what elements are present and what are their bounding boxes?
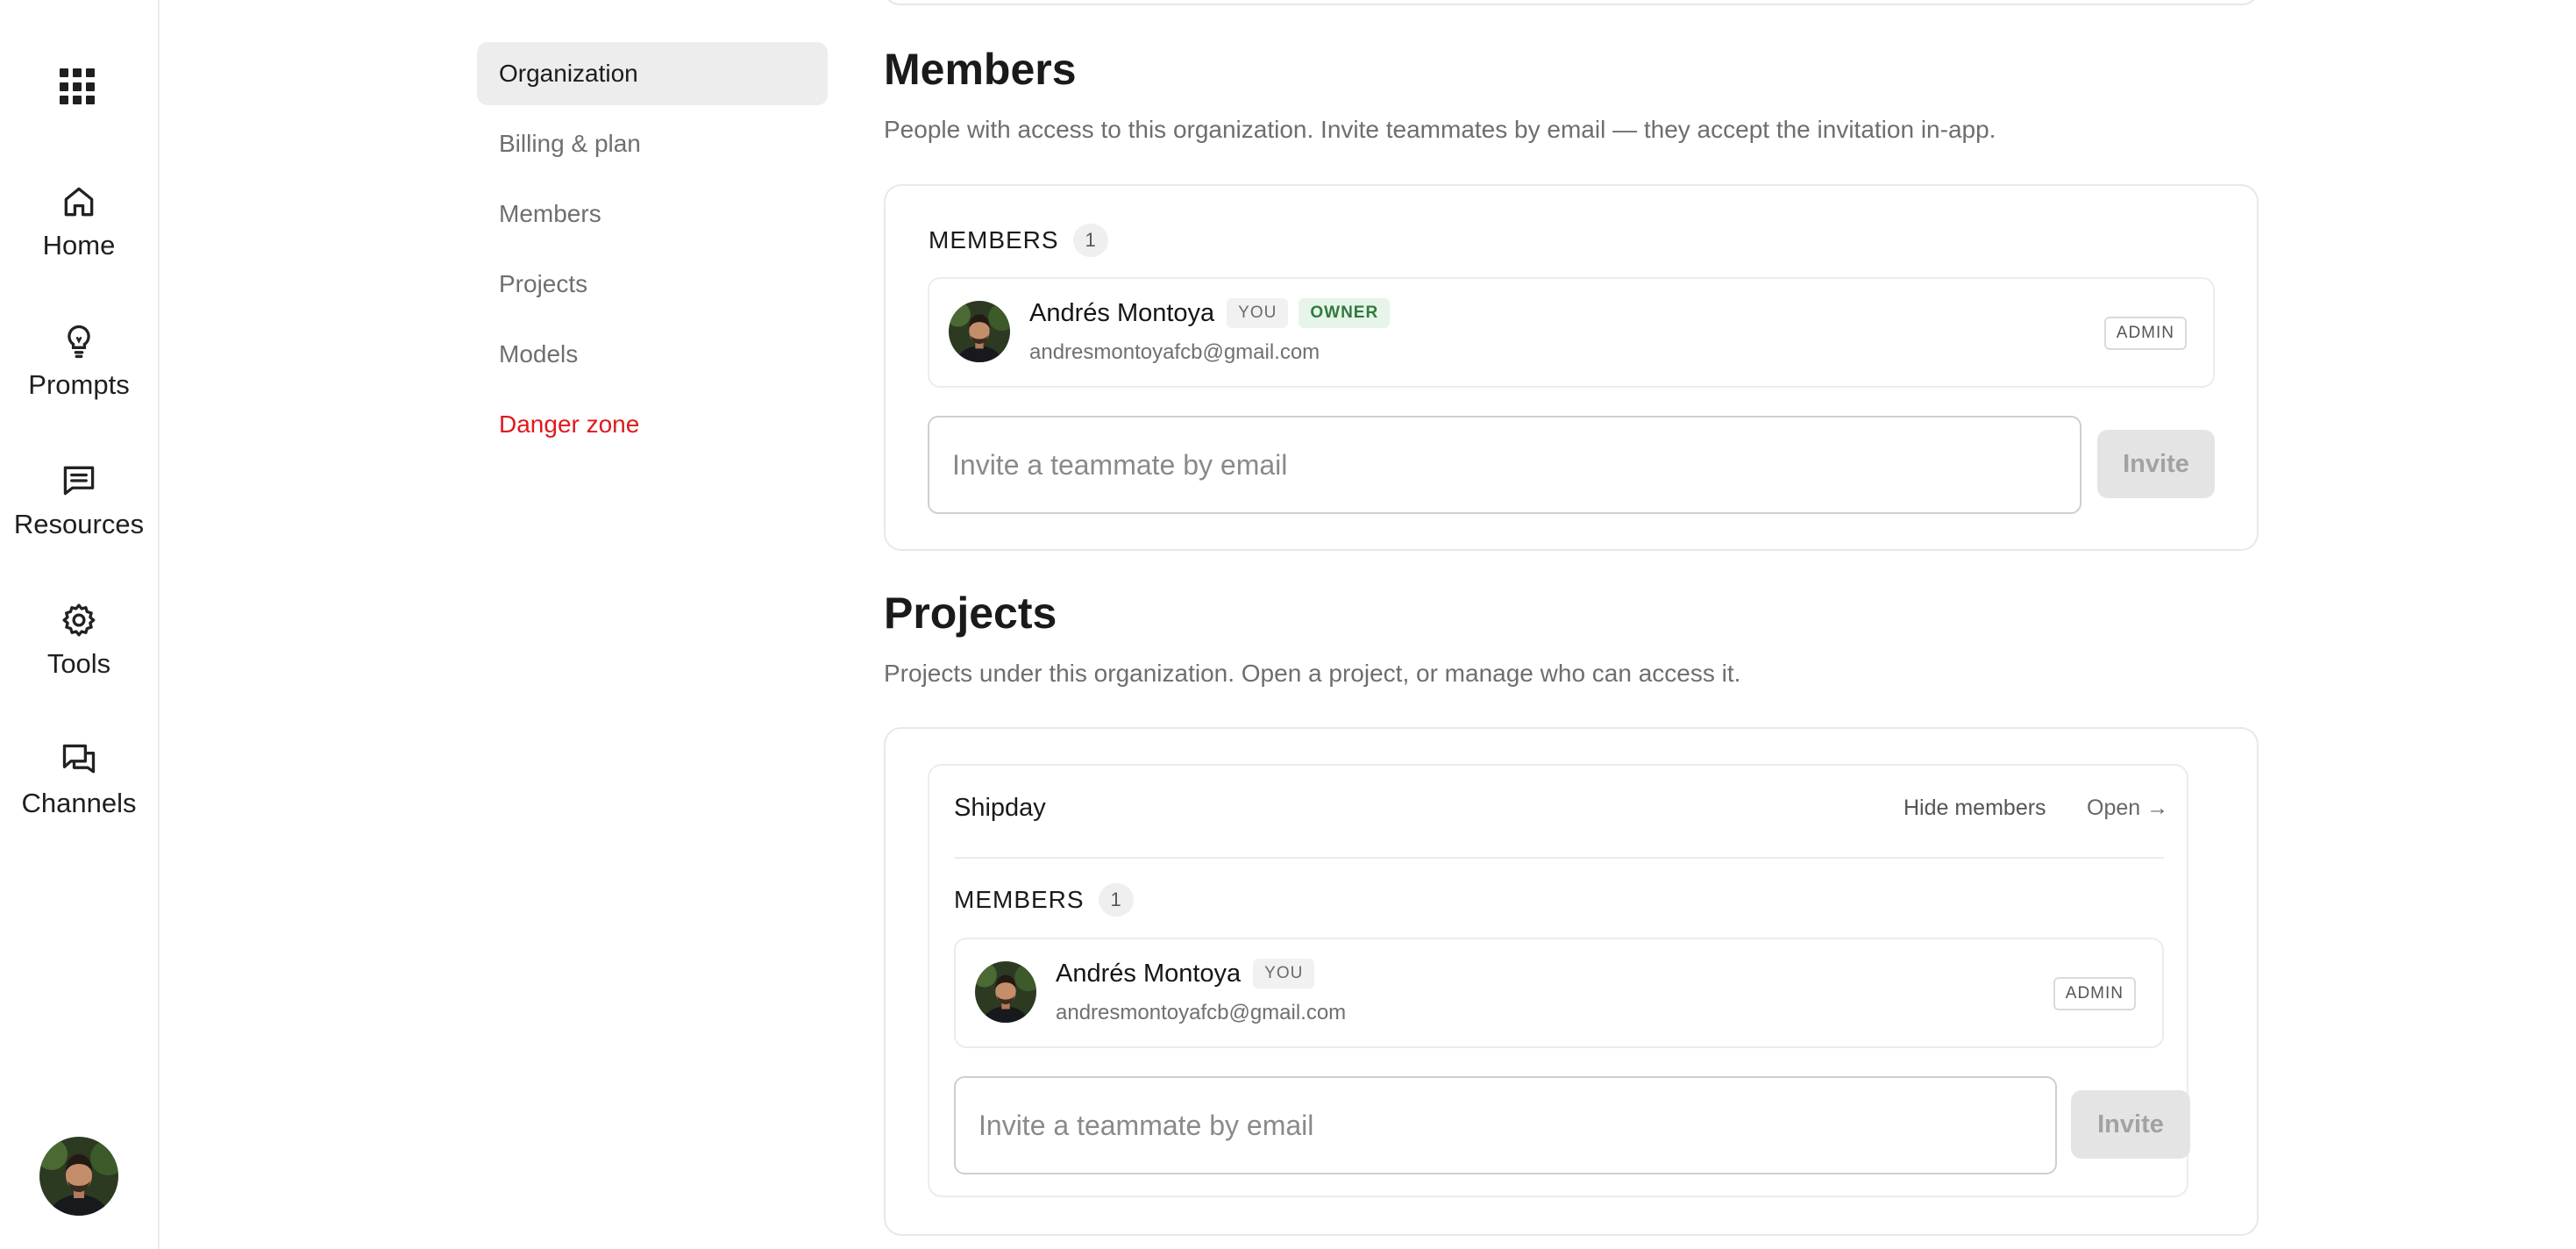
member-name: Andrés Montoya bbox=[1029, 298, 1215, 327]
lightbulb-icon bbox=[68, 325, 90, 359]
project-members-count-badge: 1 bbox=[1098, 883, 1134, 917]
hide-members-button[interactable]: Hide members bbox=[1904, 796, 2046, 821]
left-rail: Home Prompts Resources Tools Channels bbox=[0, 0, 160, 1249]
settings-nav-members[interactable]: Members bbox=[477, 182, 828, 246]
settings-nav-billing[interactable]: Billing & plan bbox=[477, 112, 828, 175]
member-email: andresmontoyafcb@gmail.com bbox=[1029, 340, 1320, 364]
home-icon bbox=[64, 187, 94, 217]
members-description: People with access to this organization.… bbox=[884, 116, 1996, 143]
rail-item-resources[interactable]: Resources bbox=[0, 461, 158, 567]
rail-item-channels[interactable]: Channels bbox=[0, 740, 158, 846]
previous-card-edge bbox=[884, 0, 2259, 5]
rail-item-label: Tools bbox=[46, 648, 111, 679]
rail-item-label: Resources bbox=[13, 509, 145, 539]
settings-nav-models[interactable]: Models bbox=[477, 323, 828, 386]
members-header-label: MEMBERS bbox=[929, 226, 1059, 253]
projects-card: Shipday Hide members Open → MEMBERS 1 An… bbox=[884, 727, 2259, 1236]
member-email: andresmontoyafcb@gmail.com bbox=[1056, 1001, 1347, 1024]
member-avatar bbox=[949, 301, 1010, 362]
members-title: Members bbox=[884, 45, 1077, 94]
rail-item-tools[interactable]: Tools bbox=[0, 601, 158, 706]
members-card: MEMBERS 1 Andrés Montoya YOU OWNER andre… bbox=[884, 184, 2259, 551]
invite-button[interactable]: Invite bbox=[2097, 430, 2215, 498]
rail-item-home[interactable]: Home bbox=[0, 182, 158, 288]
role-badge[interactable]: ADMIN bbox=[2103, 317, 2187, 350]
rail-item-label: Prompts bbox=[28, 369, 130, 400]
project-member-row: Andrés Montoya YOU andresmontoyafcb@gmai… bbox=[954, 938, 2164, 1048]
project-members-label: MEMBERS bbox=[954, 886, 1085, 913]
projects-title: Projects bbox=[884, 589, 1057, 638]
app-root: Home Prompts Resources Tools Channels Or… bbox=[0, 0, 2576, 1249]
project-invite-email-input[interactable] bbox=[954, 1076, 2057, 1174]
members-list-header: MEMBERS 1 bbox=[929, 224, 1108, 257]
rail-item-prompts[interactable]: Prompts bbox=[0, 322, 158, 427]
invite-email-input[interactable] bbox=[928, 416, 2081, 514]
project-name: Shipday bbox=[954, 794, 1046, 822]
role-badge[interactable]: ADMIN bbox=[2053, 977, 2136, 1010]
settings-nav-danger-zone[interactable]: Danger zone bbox=[477, 393, 828, 456]
member-avatar bbox=[975, 961, 1036, 1023]
rail-item-label: Home bbox=[42, 230, 116, 261]
owner-badge: OWNER bbox=[1299, 298, 1391, 328]
user-avatar[interactable] bbox=[39, 1137, 118, 1216]
gear-icon bbox=[62, 603, 96, 637]
member-row: Andrés Montoya YOU OWNER andresmontoyafc… bbox=[928, 277, 2215, 388]
app-grid-icon[interactable] bbox=[60, 68, 96, 105]
member-name: Andrés Montoya bbox=[1056, 959, 1242, 988]
chat-bubbles-icon bbox=[62, 744, 96, 774]
you-badge: YOU bbox=[1253, 959, 1315, 988]
you-badge: YOU bbox=[1227, 298, 1289, 328]
project-members-header: MEMBERS 1 bbox=[954, 883, 1134, 917]
open-project-link[interactable]: Open → bbox=[2087, 796, 2168, 821]
members-count-badge: 1 bbox=[1072, 224, 1108, 257]
settings-nav-organization[interactable]: Organization bbox=[477, 42, 828, 105]
rail-item-label: Channels bbox=[21, 788, 137, 818]
divider bbox=[954, 857, 2164, 859]
message-square-icon bbox=[63, 466, 95, 496]
project-card-shipday: Shipday Hide members Open → MEMBERS 1 An… bbox=[928, 764, 2190, 1197]
settings-nav: Organization Billing & plan Members Proj… bbox=[477, 42, 828, 463]
project-invite-button[interactable]: Invite bbox=[2071, 1090, 2190, 1159]
projects-description: Projects under this organization. Open a… bbox=[884, 660, 1741, 687]
settings-nav-projects[interactable]: Projects bbox=[477, 253, 828, 316]
